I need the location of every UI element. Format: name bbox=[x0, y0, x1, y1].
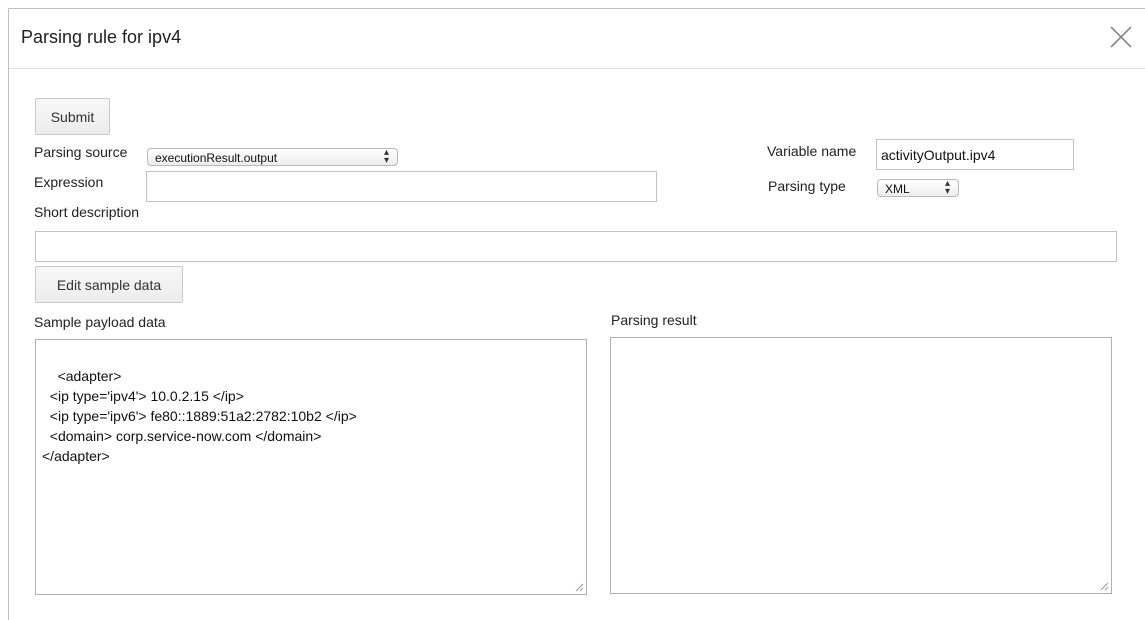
dialog-header: Parsing rule for ipv4 bbox=[9, 9, 1145, 69]
resize-grip-icon[interactable] bbox=[574, 582, 584, 592]
parsing-type-label: Parsing type bbox=[768, 178, 846, 194]
expression-label: Expression bbox=[34, 174, 104, 190]
dialog-title: Parsing rule for ipv4 bbox=[21, 27, 182, 47]
parsing-source-value: executionResult.output bbox=[155, 151, 278, 165]
submit-button[interactable]: Submit bbox=[35, 98, 110, 135]
parsing-rule-dialog: Parsing rule for ipv4 Submit Parsing sou… bbox=[8, 8, 1145, 620]
sample-payload-label: Sample payload data bbox=[34, 314, 166, 330]
edit-sample-data-button[interactable]: Edit sample data bbox=[35, 266, 183, 303]
short-description-input[interactable] bbox=[35, 231, 1117, 262]
close-button[interactable] bbox=[1107, 23, 1137, 53]
close-icon bbox=[1110, 26, 1132, 48]
variable-name-label: Variable name bbox=[767, 143, 857, 159]
updown-arrows-icon: ▴ ▾ bbox=[383, 147, 389, 166]
sample-payload-text: <adapter> <ip type='ipv4'> 10.0.2.15 </i… bbox=[42, 368, 357, 464]
resize-grip-icon[interactable] bbox=[1099, 581, 1109, 591]
parsing-result-textarea[interactable] bbox=[610, 337, 1112, 594]
short-description-label: Short description bbox=[34, 204, 140, 220]
sample-payload-textarea[interactable]: <adapter> <ip type='ipv4'> 10.0.2.15 </i… bbox=[35, 339, 587, 595]
expression-input[interactable] bbox=[146, 171, 657, 202]
parsing-type-value: XML bbox=[885, 182, 910, 196]
parsing-type-select[interactable]: XML ▴ ▾ bbox=[877, 179, 959, 197]
parsing-source-label: Parsing source bbox=[34, 144, 128, 160]
variable-name-input[interactable] bbox=[876, 139, 1074, 170]
parsing-source-select[interactable]: executionResult.output ▴ ▾ bbox=[147, 148, 398, 166]
updown-arrows-icon: ▴ ▾ bbox=[944, 178, 950, 197]
parsing-result-label: Parsing result bbox=[611, 312, 697, 328]
